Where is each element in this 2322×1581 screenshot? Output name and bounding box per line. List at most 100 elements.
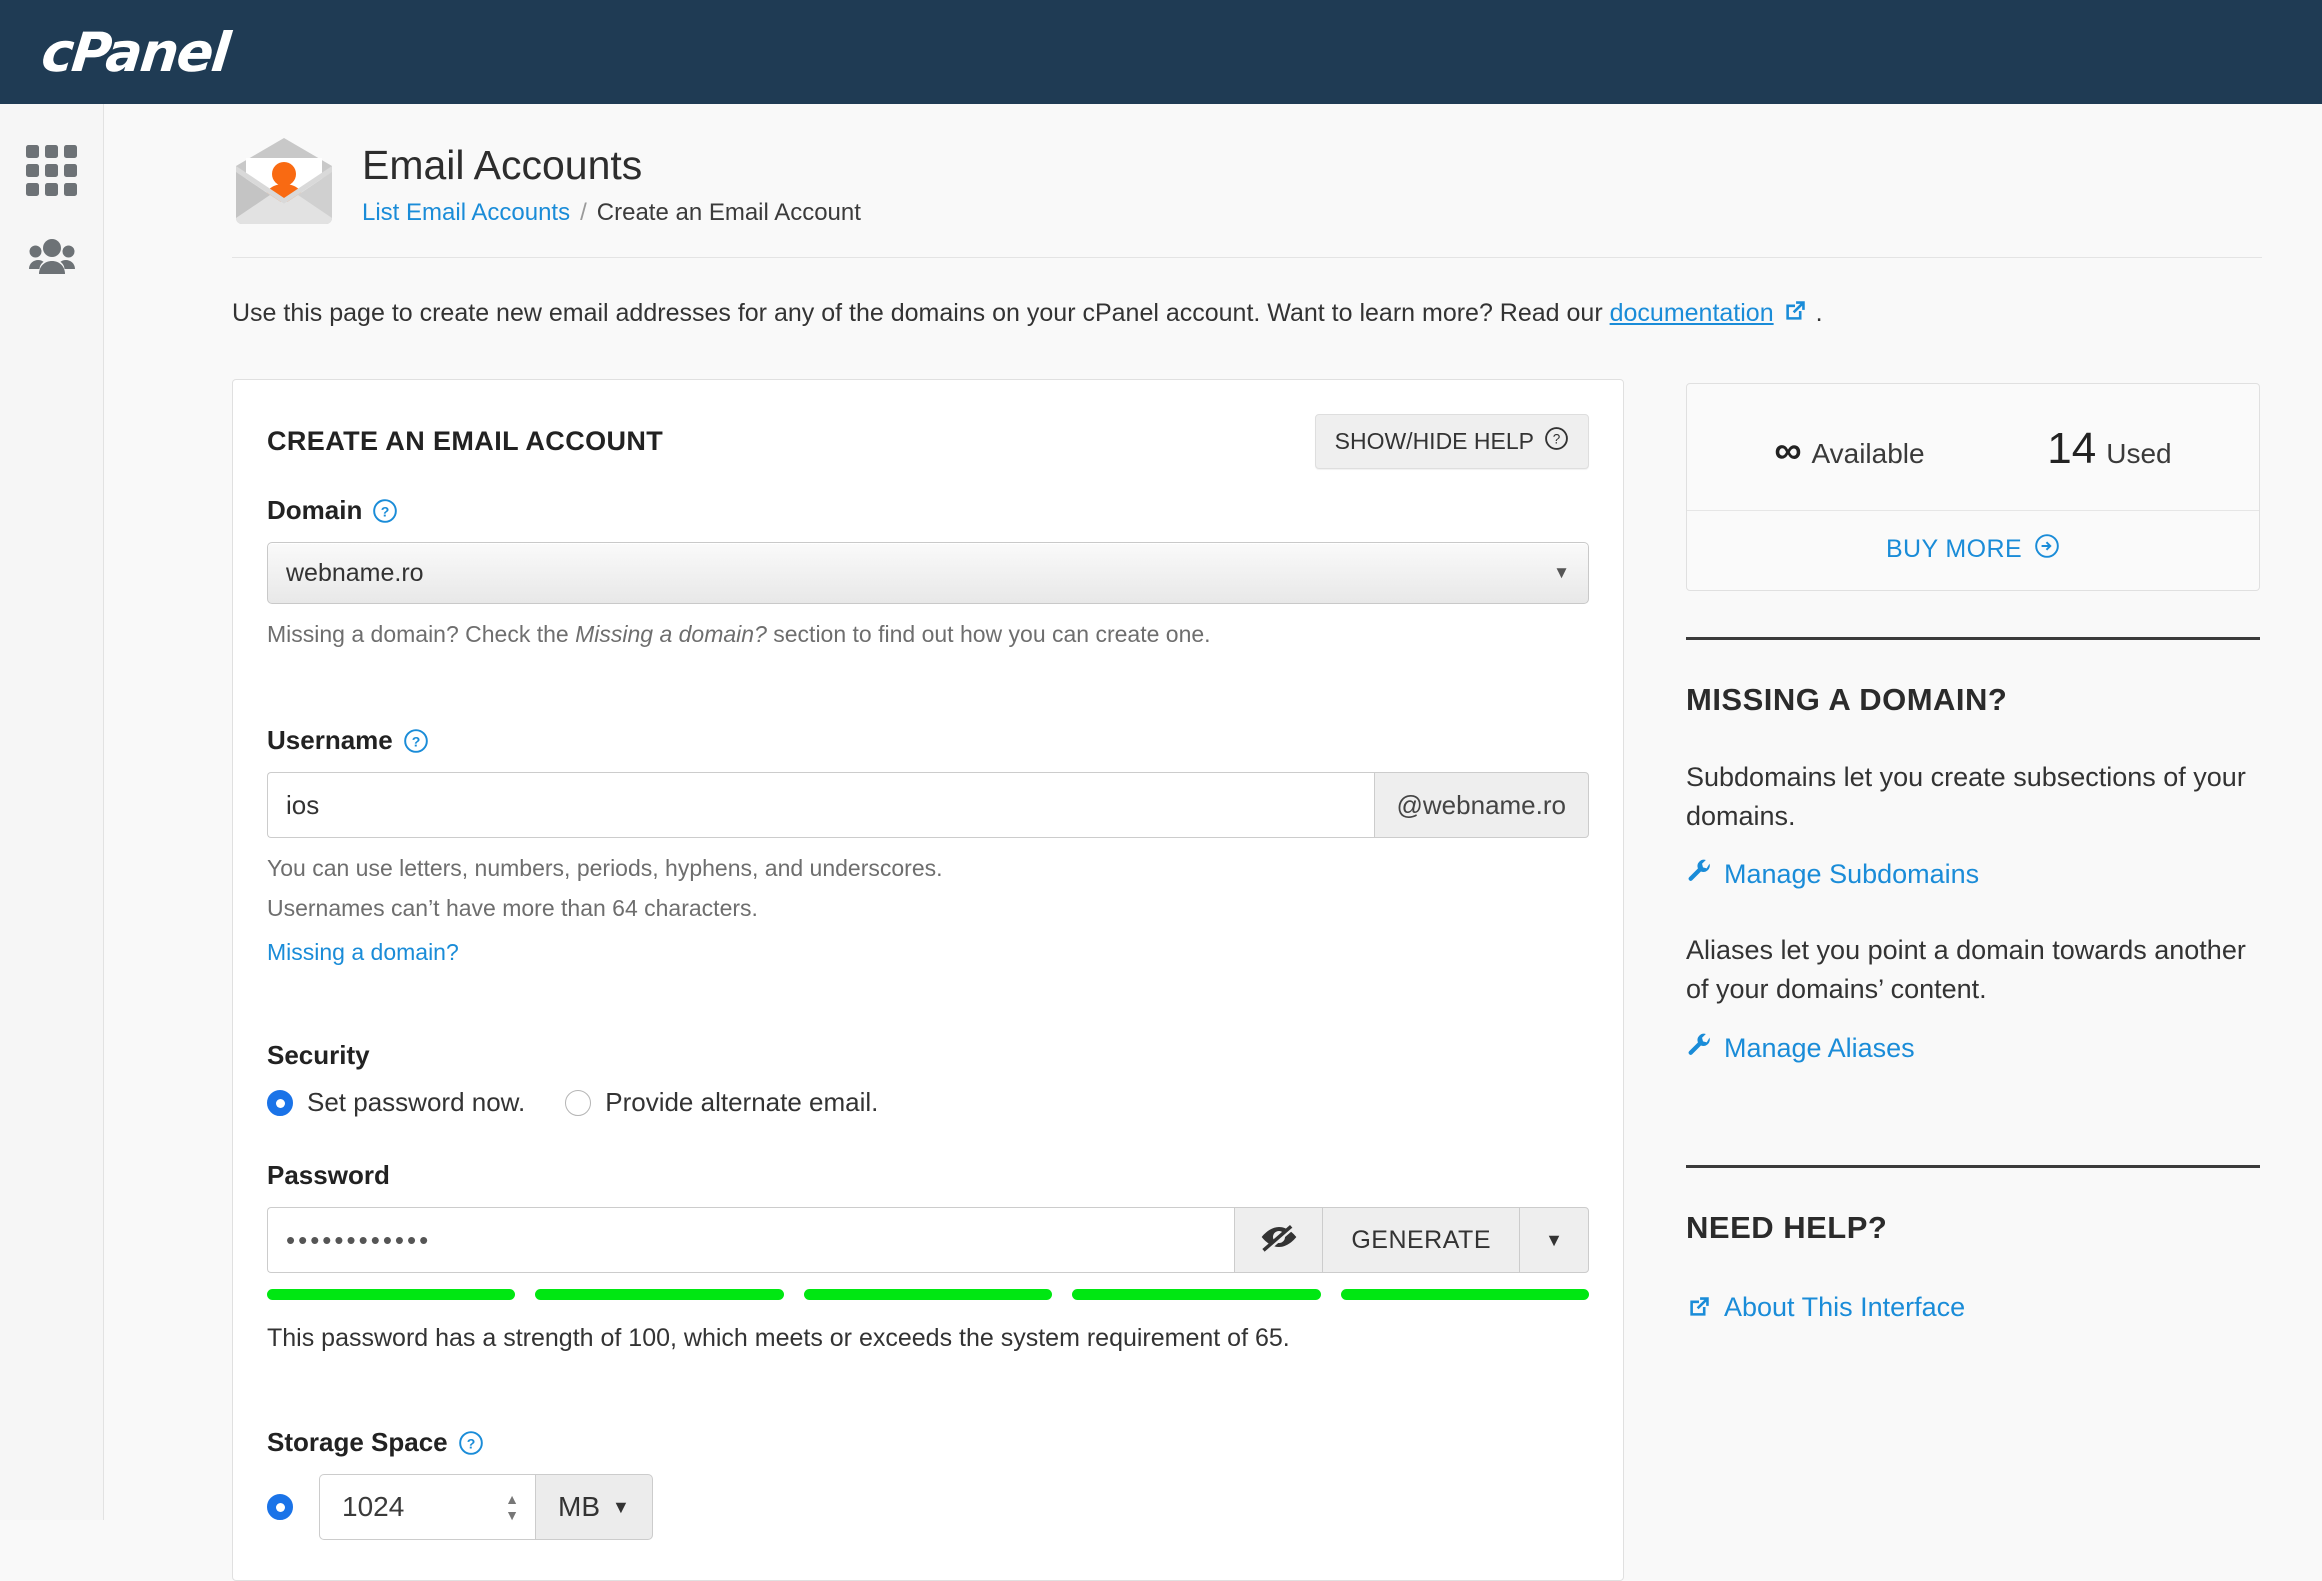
username-help-icon[interactable]: ?: [403, 728, 429, 754]
storage-value: 1024: [342, 1491, 405, 1523]
domain-select-value: webname.ro: [286, 558, 424, 587]
right-sidebar: ∞ Available 14 Used BUY MORE MISSING A D…: [1686, 379, 2260, 1323]
toggle-password-visibility-button[interactable]: [1234, 1207, 1323, 1274]
buy-more-label: BUY MORE: [1885, 535, 2023, 563]
storage-label-row: Storage Space ?: [267, 1427, 1589, 1458]
wrench-icon: [1686, 858, 1712, 891]
eye-slash-icon: [1259, 1220, 1299, 1261]
cpanel-logo[interactable]: cPanel: [39, 21, 232, 84]
security-label: Security: [267, 1040, 370, 1071]
strength-segment: [1072, 1289, 1321, 1301]
generate-password-button[interactable]: GENERATE: [1322, 1207, 1519, 1274]
svg-text:?: ?: [411, 733, 420, 749]
arrow-circle-right-icon: [2034, 533, 2060, 566]
email-quota-card: ∞ Available 14 Used BUY MORE: [1686, 383, 2260, 591]
storage-unit-dropdown[interactable]: MB ▼: [535, 1474, 653, 1541]
generate-label: GENERATE: [1351, 1225, 1491, 1254]
strength-segment: [535, 1289, 784, 1301]
quantity-stepper[interactable]: ▲ ▼: [505, 1492, 519, 1522]
documentation-link[interactable]: documentation: [1610, 299, 1774, 327]
radio-set-password-now[interactable]: Set password now.: [267, 1087, 525, 1118]
password-field-group: Password •••••••••••• GENERATE ▼ This pa…: [267, 1160, 1590, 1353]
security-field-group: Security Set password now. Provide alter…: [267, 1040, 1589, 1118]
password-strength-text: This password has a strength of 100, whi…: [267, 1324, 1290, 1353]
domain-select[interactable]: webname.ro ▼: [267, 542, 1589, 604]
show-hide-help-button[interactable]: SHOW/HIDE HELP ?: [1314, 414, 1589, 469]
missing-domain-paragraph-2: Aliases let you point a domain towards a…: [1686, 935, 2246, 1005]
left-sidebar: [0, 104, 104, 1520]
available-value: ∞: [1774, 430, 1802, 472]
password-label: Password: [267, 1160, 390, 1191]
breadcrumb-link-list-email-accounts[interactable]: List Email Accounts: [362, 199, 570, 227]
generate-password-options-button[interactable]: ▼: [1519, 1207, 1589, 1274]
missing-domain-heading: MISSING A DOMAIN?: [1686, 682, 2008, 717]
missing-domain-paragraph-1: Subdomains let you create subsections of…: [1686, 762, 2246, 832]
users-icon: [28, 237, 76, 280]
buy-more-row: BUY MORE: [1687, 511, 2259, 590]
security-radio-group: Set password now. Provide alternate emai…: [267, 1087, 1589, 1118]
username-hint-1: You can use letters, numbers, periods, h…: [267, 855, 943, 882]
strength-segment: [267, 1289, 516, 1301]
chevron-down-icon: ▼: [612, 1496, 630, 1517]
radio-indicator: [565, 1089, 592, 1116]
chevron-down-icon: ▼: [1545, 1229, 1563, 1250]
sidebar-item-apps[interactable]: [0, 126, 103, 214]
card-title: CREATE AN EMAIL ACCOUNT: [267, 426, 664, 456]
manage-aliases-link[interactable]: Manage Aliases: [1686, 1032, 2260, 1065]
question-circle-icon: ?: [1544, 426, 1569, 457]
domain-hint-emphasis: Missing a domain?: [575, 621, 767, 647]
password-input[interactable]: [267, 1207, 1235, 1274]
section-divider-2: [1686, 1164, 2260, 1168]
storage-number-field[interactable]: 1024 ▲ ▼: [319, 1474, 535, 1541]
quota-stats: ∞ Available 14 Used: [1687, 384, 2259, 511]
storage-label: Storage Space: [267, 1427, 448, 1458]
domain-help-icon[interactable]: ?: [372, 498, 398, 524]
radio-indicator: [267, 1089, 293, 1116]
available-label: Available: [1811, 438, 1925, 469]
page-header: Email Accounts List Email Accounts / Cre…: [104, 104, 2322, 231]
intro-paragraph: Use this page to create new email addres…: [104, 258, 2322, 331]
username-hint-2: Usernames can’t have more than 64 charac…: [267, 894, 758, 921]
username-input-group: @webname.ro: [267, 772, 1589, 839]
username-field-group: Username ? @webname.ro: [267, 725, 1589, 966]
chevron-down-icon: ▼: [1553, 563, 1570, 582]
breadcrumb-current: Create an Email Account: [596, 199, 861, 227]
card-body: Domain ? webname.ro ▼ Missing a domain? …: [233, 495, 1623, 1541]
username-domain-addon: @webname.ro: [1373, 772, 1589, 839]
storage-input-row: 1024 ▲ ▼ MB ▼: [267, 1474, 1589, 1541]
radio-label: Set password now.: [307, 1087, 526, 1118]
wrench-icon: [1686, 1032, 1712, 1065]
manage-subdomains-link[interactable]: Manage Subdomains: [1686, 858, 2260, 891]
svg-text:?: ?: [1553, 432, 1561, 447]
top-navigation-bar: cPanel: [0, 0, 2322, 104]
storage-unit-label: MB: [558, 1491, 600, 1523]
username-input[interactable]: [267, 772, 1374, 839]
about-this-interface-label: About This Interface: [1724, 1291, 1966, 1322]
radio-storage-limited[interactable]: [267, 1494, 293, 1521]
storage-help-icon[interactable]: ?: [458, 1430, 484, 1456]
intro-text-after: .: [1815, 299, 1823, 327]
svg-text:?: ?: [466, 1435, 475, 1451]
card-header: CREATE AN EMAIL ACCOUNT SHOW/HIDE HELP ?: [233, 380, 1623, 495]
missing-a-domain-link[interactable]: Missing a domain?: [267, 939, 459, 965]
stepper-up-icon[interactable]: ▲: [505, 1492, 519, 1506]
username-label-row: Username ?: [267, 725, 1589, 756]
create-email-account-card: CREATE AN EMAIL ACCOUNT SHOW/HIDE HELP ?: [232, 379, 1624, 1581]
need-help-heading: NEED HELP?: [1686, 1209, 1888, 1245]
buy-more-link[interactable]: BUY MORE: [1886, 533, 2060, 566]
sidebar-item-user-manager[interactable]: [0, 214, 103, 302]
domain-label: Domain: [267, 495, 363, 525]
about-this-interface-link[interactable]: About This Interface: [1686, 1292, 2260, 1323]
manage-subdomains-label: Manage Subdomains: [1724, 859, 1980, 890]
domain-hint-after: section to find out how you can create o…: [766, 621, 1211, 647]
domain-hint: Missing a domain? Check the Missing a do…: [267, 618, 1589, 651]
page-title: Email Accounts: [362, 142, 643, 188]
app-shell: Email Accounts List Email Accounts / Cre…: [0, 104, 2322, 1581]
used-stat: 14 Used: [2047, 424, 2171, 474]
username-label: Username: [267, 725, 393, 756]
radio-provide-alternate-email[interactable]: Provide alternate email.: [565, 1087, 878, 1118]
storage-number-group: 1024 ▲ ▼ MB ▼: [319, 1474, 653, 1541]
email-account-icon: [232, 136, 336, 231]
radio-label: Provide alternate email.: [605, 1087, 879, 1118]
strength-segment: [803, 1289, 1053, 1301]
